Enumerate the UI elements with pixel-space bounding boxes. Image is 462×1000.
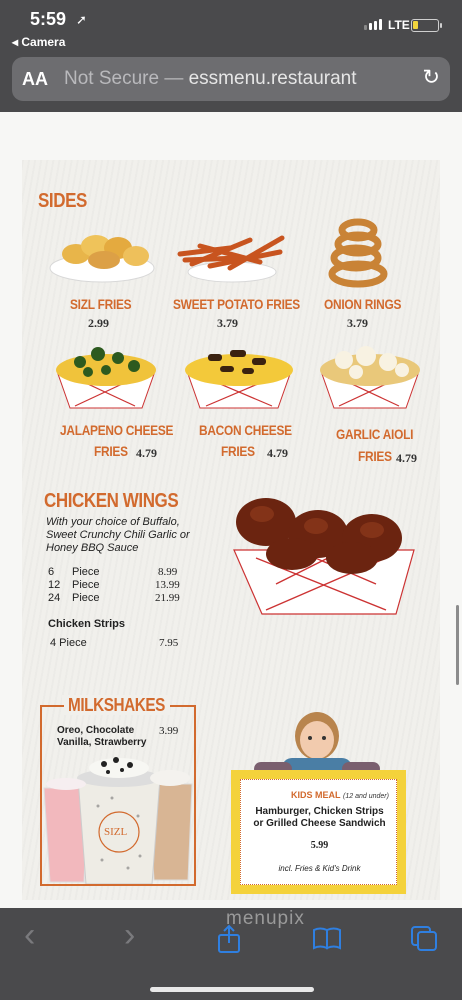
wings-unit-24: Piece [72, 592, 100, 604]
location-arrow-icon: ➚ [76, 12, 87, 27]
milkshakes-image [43, 757, 193, 884]
garlic-aioli-fries-image [320, 346, 420, 409]
signal-icon [364, 19, 382, 30]
price-garlic-aioli-fries: 4.79 [396, 451, 417, 465]
jalapeno-cheese-fries-image [56, 347, 156, 409]
chicken-wings-image [233, 498, 415, 615]
wings-price-24: 21.99 [155, 592, 180, 604]
item-bacon-cheese-line1: BACON CHEESE [199, 422, 292, 438]
back-to-camera-link[interactable]: ◂ Camera [12, 35, 65, 49]
kids-meal-age: (12 and under) [343, 793, 389, 800]
back-icon[interactable]: ‹ [24, 916, 35, 955]
milkshake-flavors-line1: Oreo, Chocolate [57, 725, 135, 736]
milkshakes-title: MILKSHAKES [68, 695, 165, 715]
item-sizl-fries: SIZL FRIES [70, 296, 132, 312]
forward-icon[interactable]: › [124, 916, 135, 955]
wings-price-12: 13.99 [155, 579, 180, 591]
tabs-icon[interactable] [410, 925, 438, 951]
sides-title: SIDES [38, 190, 87, 212]
cup-logo: SIZL [104, 826, 128, 838]
status-bar: 5:59 ➚ ◂ Camera LTE [0, 0, 462, 56]
price-onion-rings: 3.79 [347, 316, 368, 330]
wings-unit-6: Piece [72, 566, 100, 578]
wings-qty-12: 12 [48, 579, 61, 591]
kids-meal-card: KIDS MEAL (12 and under) Hamburger, Chic… [231, 770, 406, 894]
share-icon[interactable] [216, 924, 242, 954]
kids-meal-price: 5.99 [310, 840, 329, 851]
item-sweet-potato-fries: SWEET POTATO FRIES [173, 296, 300, 312]
chicken-strips-title: Chicken Strips [48, 618, 126, 630]
item-jalapeno-cheese-line1: JALAPENO CHEESE [60, 422, 174, 438]
domain-label: essmenu.restaurant [188, 68, 357, 89]
kids-meal-note: incl. Fries & Kid's Drink [278, 864, 361, 873]
price-sweet-potato-fries: 3.79 [217, 316, 238, 330]
item-bacon-cheese-line2: FRIES [221, 443, 255, 459]
milkshakes-rule-left [40, 705, 64, 707]
bacon-cheese-fries-image [185, 350, 293, 409]
security-label: Not Secure — [64, 68, 184, 89]
web-page: SIDES SIZL FRIES 2.99 SWEET POTATO FRIES… [0, 112, 462, 908]
item-garlic-aioli-line1: GARLIC AIOLI [336, 426, 414, 442]
milkshakes-rule-right [170, 705, 196, 707]
wings-qty-24: 24 [48, 592, 61, 604]
item-garlic-aioli-line2: FRIES [358, 448, 392, 464]
milkshake-flavors-line2: Vanilla, Strawberry [57, 737, 147, 748]
wings-price-6: 8.99 [158, 566, 178, 578]
kids-meal-inner: KIDS MEAL (12 and under) Hamburger, Chic… [240, 779, 397, 885]
aa-label: AA [22, 69, 48, 89]
battery-icon [411, 19, 442, 32]
scroll-indicator[interactable] [456, 605, 459, 685]
browser-toolbar: menupix ‹ › [0, 908, 462, 1000]
reader-options-button[interactable]: AA [22, 69, 48, 90]
price-sizl-fries: 2.99 [88, 316, 109, 330]
item-jalapeno-cheese-line2: FRIES [94, 443, 128, 459]
home-indicator[interactable] [150, 987, 314, 992]
wings-qty-6: 6 [48, 566, 55, 578]
kids-meal-items: Hamburger, Chicken Strips or Grilled Che… [241, 806, 398, 830]
wings-title: CHICKEN WINGS [44, 490, 179, 512]
wings-description: With your choice of Buffalo, Sweet Crunc… [46, 516, 190, 554]
wings-unit-12: Piece [72, 579, 100, 591]
address-bar[interactable]: AA Not Secure — essmenu.restaurant ↻ [12, 57, 450, 101]
price-bacon-cheese-fries: 4.79 [267, 446, 288, 460]
url-text[interactable]: Not Secure — essmenu.restaurant [64, 68, 357, 90]
clock: 5:59 [30, 9, 67, 29]
sizl-fries-image [49, 235, 155, 283]
chicken-strips-price: 7.95 [159, 637, 179, 649]
chicken-strips-label: 4 Piece [50, 637, 87, 649]
kids-meal-title-text: KIDS MEAL [291, 790, 341, 800]
reload-icon[interactable]: ↻ [422, 65, 440, 90]
milkshake-price: 3.99 [159, 725, 179, 737]
onion-rings-image [328, 218, 388, 288]
network-type: LTE [388, 18, 410, 32]
kids-meal-items-line1: Hamburger, Chicken Strips [255, 806, 384, 817]
sweet-potato-fries-image [177, 235, 285, 283]
price-jalapeno-cheese-fries: 4.79 [136, 446, 157, 460]
kids-meal-items-line2: or Grilled Cheese Sandwich [253, 818, 386, 829]
kids-meal-title: KIDS MEAL (12 and under) [291, 790, 389, 800]
item-onion-rings: ONION RINGS [324, 296, 402, 312]
book-icon[interactable] [312, 926, 342, 950]
menu-image: SIDES SIZL FRIES 2.99 SWEET POTATO FRIES… [22, 160, 440, 900]
